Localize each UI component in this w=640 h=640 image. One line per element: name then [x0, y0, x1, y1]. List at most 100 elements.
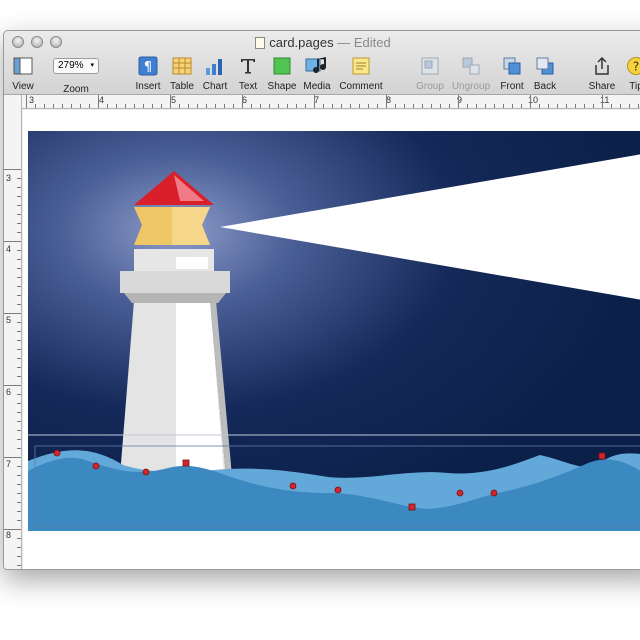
- ruler-tick: [17, 232, 21, 233]
- ruler-tick: [638, 104, 639, 108]
- ruler-tick: [161, 104, 162, 108]
- svg-text:?: ?: [633, 60, 639, 74]
- square-shape-icon: [273, 57, 291, 75]
- ruler-tick: [17, 358, 21, 359]
- ruler-tick: [503, 104, 504, 108]
- ruler-tick: [4, 529, 21, 530]
- ruler-tick: [17, 475, 21, 476]
- ruler-tick: [143, 104, 144, 108]
- bezier-handle[interactable]: [289, 482, 297, 490]
- ruler-tick: [17, 493, 21, 494]
- ruler-tick: [269, 104, 270, 108]
- tips-button[interactable]: ? Tip: [614, 55, 640, 92]
- ruler-mark: 6: [6, 387, 12, 397]
- ruler-tick: [17, 511, 21, 512]
- ruler-tick: [17, 502, 21, 503]
- title-toolbar: card.pages — Edited View 279% ▾ Zoom ¶ In…: [4, 31, 640, 95]
- ruler-tick: [53, 104, 54, 108]
- bezier-anchor[interactable]: [598, 452, 606, 460]
- back-button[interactable]: Back: [523, 55, 567, 92]
- ruler-tick: [17, 331, 21, 332]
- ruler-tick: [404, 104, 405, 108]
- ruler-tick: [179, 104, 180, 108]
- ruler-tick: [575, 104, 576, 108]
- ungroup-icon: [462, 57, 480, 75]
- ruler-tick: [4, 457, 21, 458]
- bezier-handle[interactable]: [53, 449, 61, 457]
- help-icon: ?: [627, 57, 640, 75]
- ruler-tick: [17, 196, 21, 197]
- balcony-window: [176, 257, 208, 269]
- ruler-tick: [17, 376, 21, 377]
- ruler-tick: [89, 104, 90, 108]
- zoom-control[interactable]: 279% ▾ Zoom: [50, 55, 102, 95]
- ruler-tick: [44, 104, 45, 108]
- lighthouse-illustration[interactable]: [28, 131, 640, 531]
- ruler-tick: [4, 169, 21, 170]
- ruler-tick: [305, 104, 306, 108]
- zoom-select[interactable]: 279% ▾: [53, 58, 99, 74]
- ruler-tick: [449, 104, 450, 108]
- ruler-tick: [17, 547, 21, 548]
- ruler-tick: [206, 104, 207, 108]
- ruler-tick: [413, 104, 414, 108]
- ruler-tick: [17, 322, 21, 323]
- bezier-handle[interactable]: [142, 468, 150, 476]
- ruler-tick: [485, 104, 486, 108]
- document-name: card.pages: [269, 35, 334, 50]
- ruler-tick: [125, 104, 126, 108]
- ruler-tick: [539, 104, 540, 108]
- pages-window: card.pages — Edited View 279% ▾ Zoom ¶ In…: [3, 30, 640, 570]
- bezier-handle[interactable]: [456, 489, 464, 497]
- ruler-tick: [17, 223, 21, 224]
- zoom-label: Zoom: [63, 84, 89, 95]
- zoom-value: 279%: [58, 60, 84, 71]
- ruler-tick: [98, 95, 99, 108]
- ruler-tick: [566, 104, 567, 108]
- ruler-tick: [620, 104, 621, 108]
- ruler-mark: 4: [99, 95, 105, 105]
- edited-status: Edited: [353, 35, 391, 50]
- ruler-tick: [4, 385, 21, 386]
- ungroup-button[interactable]: Ungroup: [449, 55, 493, 92]
- comment-button[interactable]: Comment: [339, 55, 383, 92]
- bezier-anchor[interactable]: [182, 459, 190, 467]
- ruler-tick: [170, 95, 171, 108]
- ruler-tick: [467, 104, 468, 108]
- media-label: Media: [303, 81, 331, 92]
- ruler-tick: [17, 448, 21, 449]
- media-button[interactable]: Media: [295, 55, 339, 92]
- ruler-tick: [224, 104, 225, 108]
- view-button[interactable]: View: [4, 55, 45, 92]
- ruler-tick: [260, 104, 261, 108]
- back-label: Back: [533, 81, 557, 92]
- ruler-tick: [584, 104, 585, 108]
- horizontal-ruler[interactable]: 3 4 5 6 7 8 9 10 11: [22, 95, 640, 109]
- ruler-tick: [17, 178, 21, 179]
- bezier-handle[interactable]: [490, 489, 498, 497]
- ruler-mark: 4: [6, 244, 12, 254]
- ruler-tick: [431, 104, 432, 108]
- ruler-tick: [4, 313, 21, 314]
- ruler-tick: [17, 187, 21, 188]
- table-icon: [172, 57, 192, 75]
- bezier-handle[interactable]: [334, 486, 342, 494]
- ruler-mark: 3: [6, 173, 12, 183]
- ruler-tick: [152, 104, 153, 108]
- window-title: card.pages — Edited: [4, 35, 640, 50]
- bezier-handle[interactable]: [92, 462, 100, 470]
- ruler-tick: [512, 104, 513, 108]
- music-note-icon: [305, 57, 327, 74]
- group-button[interactable]: Group: [408, 55, 452, 92]
- bezier-anchor[interactable]: [408, 503, 416, 511]
- ruler-tick: [107, 104, 108, 108]
- ruler-tick: [17, 565, 21, 566]
- vertical-ruler[interactable]: 3 4 5 6 7 8: [4, 95, 22, 569]
- ruler-tick: [350, 104, 351, 108]
- balcony-ledge: [120, 271, 230, 293]
- group-icon: [421, 57, 439, 75]
- ruler-tick: [359, 104, 360, 108]
- text-t-icon: [241, 59, 255, 74]
- document-canvas[interactable]: [23, 110, 640, 569]
- group-label: Group: [416, 81, 444, 92]
